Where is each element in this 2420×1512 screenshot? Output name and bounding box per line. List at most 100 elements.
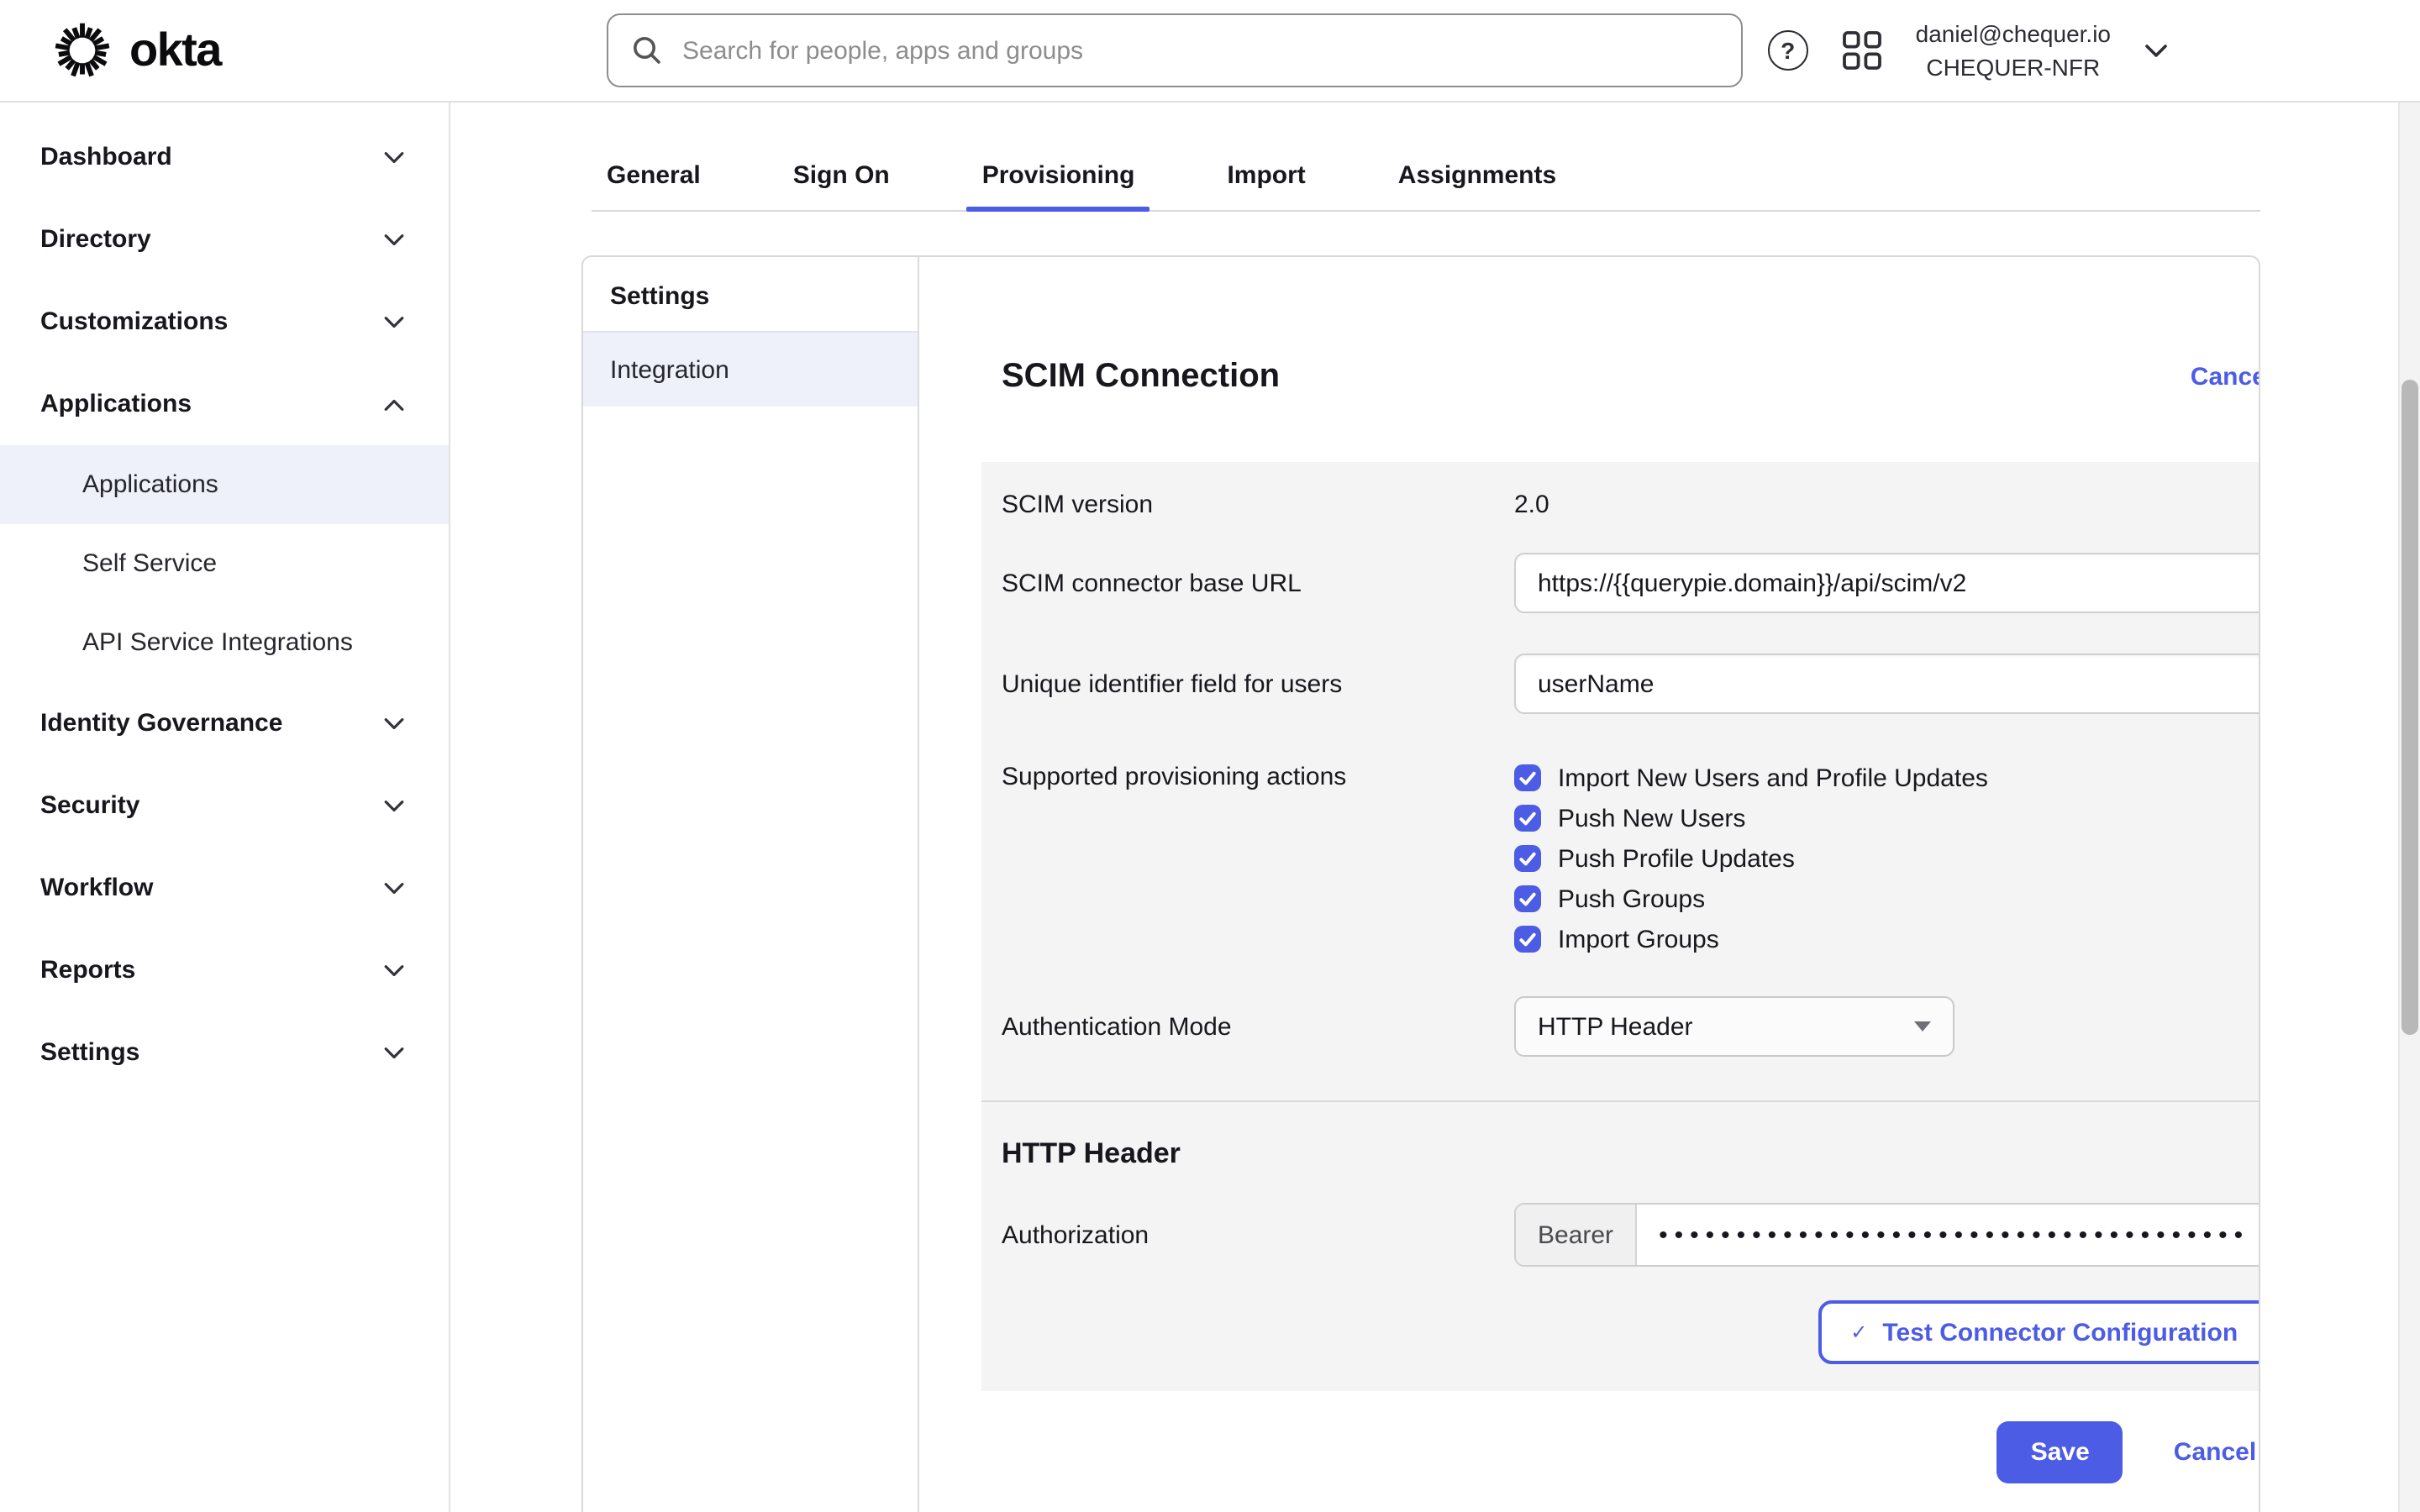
- sidebar-item-label: Settings: [40, 1038, 139, 1067]
- tab-assignments[interactable]: Assignments: [1383, 141, 1571, 210]
- app-grid-icon[interactable]: [1842, 30, 1882, 71]
- help-icon[interactable]: ?: [1768, 30, 1808, 71]
- checkbox-import-new-users[interactable]: Import New Users and Profile Updates: [1514, 758, 2260, 798]
- tab-provisioning[interactable]: Provisioning: [967, 141, 1150, 210]
- checkbox-checked-icon: [1514, 764, 1541, 791]
- checkbox-push-groups[interactable]: Push Groups: [1514, 879, 2260, 919]
- chevron-up-icon: [383, 397, 405, 411]
- checkbox-checked-icon: [1514, 845, 1541, 872]
- settings-nav-header: Settings: [583, 257, 918, 333]
- app-tabs: General Sign On Provisioning Import Assi…: [592, 141, 2260, 212]
- auth-mode-row: Authentication Mode HTTP Header: [981, 996, 2260, 1057]
- sidebar-item-label: API Service Integrations: [82, 628, 353, 657]
- sidebar-item-label: Identity Governance: [40, 709, 282, 738]
- chevron-down-icon: [383, 233, 405, 246]
- scim-version-label: SCIM version: [1002, 489, 1514, 522]
- scrollbar-track[interactable]: [2398, 102, 2420, 1512]
- okta-starburst-icon: [50, 18, 114, 82]
- unique-identifier-input[interactable]: [1514, 654, 2260, 714]
- chevron-down-icon: [383, 881, 405, 895]
- unique-identifier-label: Unique identifier field for users: [1002, 669, 1514, 698]
- settings-nav: Settings Integration: [583, 257, 919, 1512]
- okta-logo[interactable]: okta: [50, 0, 221, 101]
- user-email: daniel@chequer.io: [1916, 16, 2111, 50]
- tab-sign-on[interactable]: Sign On: [778, 141, 905, 210]
- authorization-label: Authorization: [1002, 1221, 1514, 1249]
- search-input[interactable]: [679, 34, 1718, 66]
- okta-wordmark: okta: [129, 24, 221, 77]
- auth-mode-select[interactable]: HTTP Header: [1514, 996, 1954, 1057]
- scim-version-value: 2.0: [1514, 489, 2260, 522]
- sidebar-item-directory[interactable]: Directory: [0, 198, 449, 281]
- provisioning-panel: Settings Integration SCIM Connection Can…: [581, 255, 2260, 1512]
- cancel-link-top[interactable]: Cancel: [2191, 362, 2260, 391]
- sidebar-item-applications[interactable]: Applications: [0, 363, 449, 445]
- checkbox-checked-icon: [1514, 926, 1541, 953]
- search-icon: [632, 35, 662, 66]
- auth-mode-label: Authentication Mode: [1002, 1012, 1514, 1041]
- chevron-down-icon: [383, 717, 405, 730]
- chevron-down-icon: [383, 1046, 405, 1059]
- top-bar: okta ? daniel@chequer.io CHEQUER-N: [0, 0, 2420, 102]
- sidebar-subitem-api-service-integrations[interactable]: API Service Integrations: [0, 603, 449, 682]
- save-button[interactable]: Save: [1997, 1421, 2123, 1483]
- checkbox-checked-icon: [1514, 805, 1541, 832]
- checkbox-push-new-users[interactable]: Push New Users: [1514, 798, 2260, 838]
- sidebar-item-identity-governance[interactable]: Identity Governance: [0, 682, 449, 764]
- sidebar-item-label: Workflow: [40, 874, 153, 902]
- chevron-down-icon: [383, 315, 405, 328]
- check-icon: ✓: [1850, 1320, 1867, 1344]
- sidebar-item-label: Reports: [40, 956, 135, 984]
- form-footer: Save Cancel: [981, 1421, 2260, 1483]
- chevron-down-icon[interactable]: [2144, 43, 2168, 58]
- scim-settings-section: SCIM version 2.0 SCIM connector base URL…: [981, 462, 2260, 1391]
- provisioning-actions-list: Import New Users and Profile Updates Pus…: [1514, 758, 2260, 959]
- tab-import[interactable]: Import: [1212, 141, 1320, 210]
- base-url-label: SCIM connector base URL: [1002, 569, 1514, 597]
- test-connector-row: ✓ Test Connector Configuration: [981, 1300, 2260, 1391]
- unique-identifier-row: Unique identifier field for users: [981, 654, 2260, 714]
- sidebar-item-label: Customizations: [40, 307, 228, 336]
- sidebar-item-label: Applications: [82, 470, 218, 499]
- global-search[interactable]: [607, 13, 1743, 87]
- okta-admin-console: okta ? daniel@chequer.io CHEQUER-N: [0, 0, 2420, 1512]
- dropdown-caret-icon: [1914, 1021, 1931, 1032]
- chevron-down-icon: [383, 150, 405, 164]
- sidebar-item-customizations[interactable]: Customizations: [0, 281, 449, 363]
- sidebar-item-workflow[interactable]: Workflow: [0, 847, 449, 929]
- tab-general[interactable]: General: [592, 141, 716, 210]
- base-url-input[interactable]: [1514, 553, 2260, 613]
- sidebar-item-label: Applications: [40, 390, 192, 418]
- form-header: SCIM Connection Cancel: [981, 351, 2260, 402]
- base-url-row: SCIM connector base URL: [981, 553, 2260, 613]
- bearer-prefix: Bearer: [1516, 1205, 1637, 1265]
- sidebar-item-label: Directory: [40, 225, 151, 254]
- chevron-down-icon: [383, 799, 405, 812]
- sidebar-subitem-applications[interactable]: Applications: [0, 445, 449, 524]
- sidebar-item-label: Security: [40, 791, 139, 820]
- checkbox-checked-icon: [1514, 885, 1541, 912]
- authorization-row: Authorization Bearer •••••••••••••••••••…: [981, 1203, 2260, 1267]
- cancel-link-bottom[interactable]: Cancel: [2174, 1438, 2256, 1467]
- test-connector-button[interactable]: ✓ Test Connector Configuration: [1818, 1300, 2260, 1364]
- authorization-input-group: Bearer •••••••••••••••••••••••••••••••••…: [1514, 1203, 2260, 1267]
- http-header-title: HTTP Header: [1002, 1136, 2260, 1173]
- checkbox-import-groups[interactable]: Import Groups: [1514, 919, 2260, 959]
- sidebar-item-settings[interactable]: Settings: [0, 1011, 449, 1094]
- scim-connection-form: SCIM Connection Cancel SCIM version 2.0 …: [919, 257, 2260, 1512]
- authorization-token-input[interactable]: ••••••••••••••••••••••••••••••••••••••: [1637, 1205, 2260, 1265]
- sidebar-item-reports[interactable]: Reports: [0, 929, 449, 1011]
- provisioning-actions-row: Supported provisioning actions Import Ne…: [981, 758, 2260, 959]
- sidebar-item-dashboard[interactable]: Dashboard: [0, 116, 449, 198]
- top-right-cluster: ? daniel@chequer.io CHEQUER-NFR: [1768, 0, 2168, 101]
- sidebar-subitem-self-service[interactable]: Self Service: [0, 524, 449, 603]
- org-name: CHEQUER-NFR: [1916, 50, 2111, 85]
- sidebar-item-security[interactable]: Security: [0, 764, 449, 847]
- scrollbar-thumb[interactable]: [2402, 380, 2418, 1035]
- account-menu[interactable]: daniel@chequer.io CHEQUER-NFR: [1916, 16, 2111, 84]
- sidebar-item-label: Self Service: [82, 549, 217, 578]
- settings-nav-item-integration[interactable]: Integration: [583, 333, 918, 407]
- scim-version-row: SCIM version 2.0: [981, 489, 2260, 522]
- provisioning-actions-label: Supported provisioning actions: [1002, 758, 1514, 798]
- checkbox-push-profile-updates[interactable]: Push Profile Updates: [1514, 838, 2260, 879]
